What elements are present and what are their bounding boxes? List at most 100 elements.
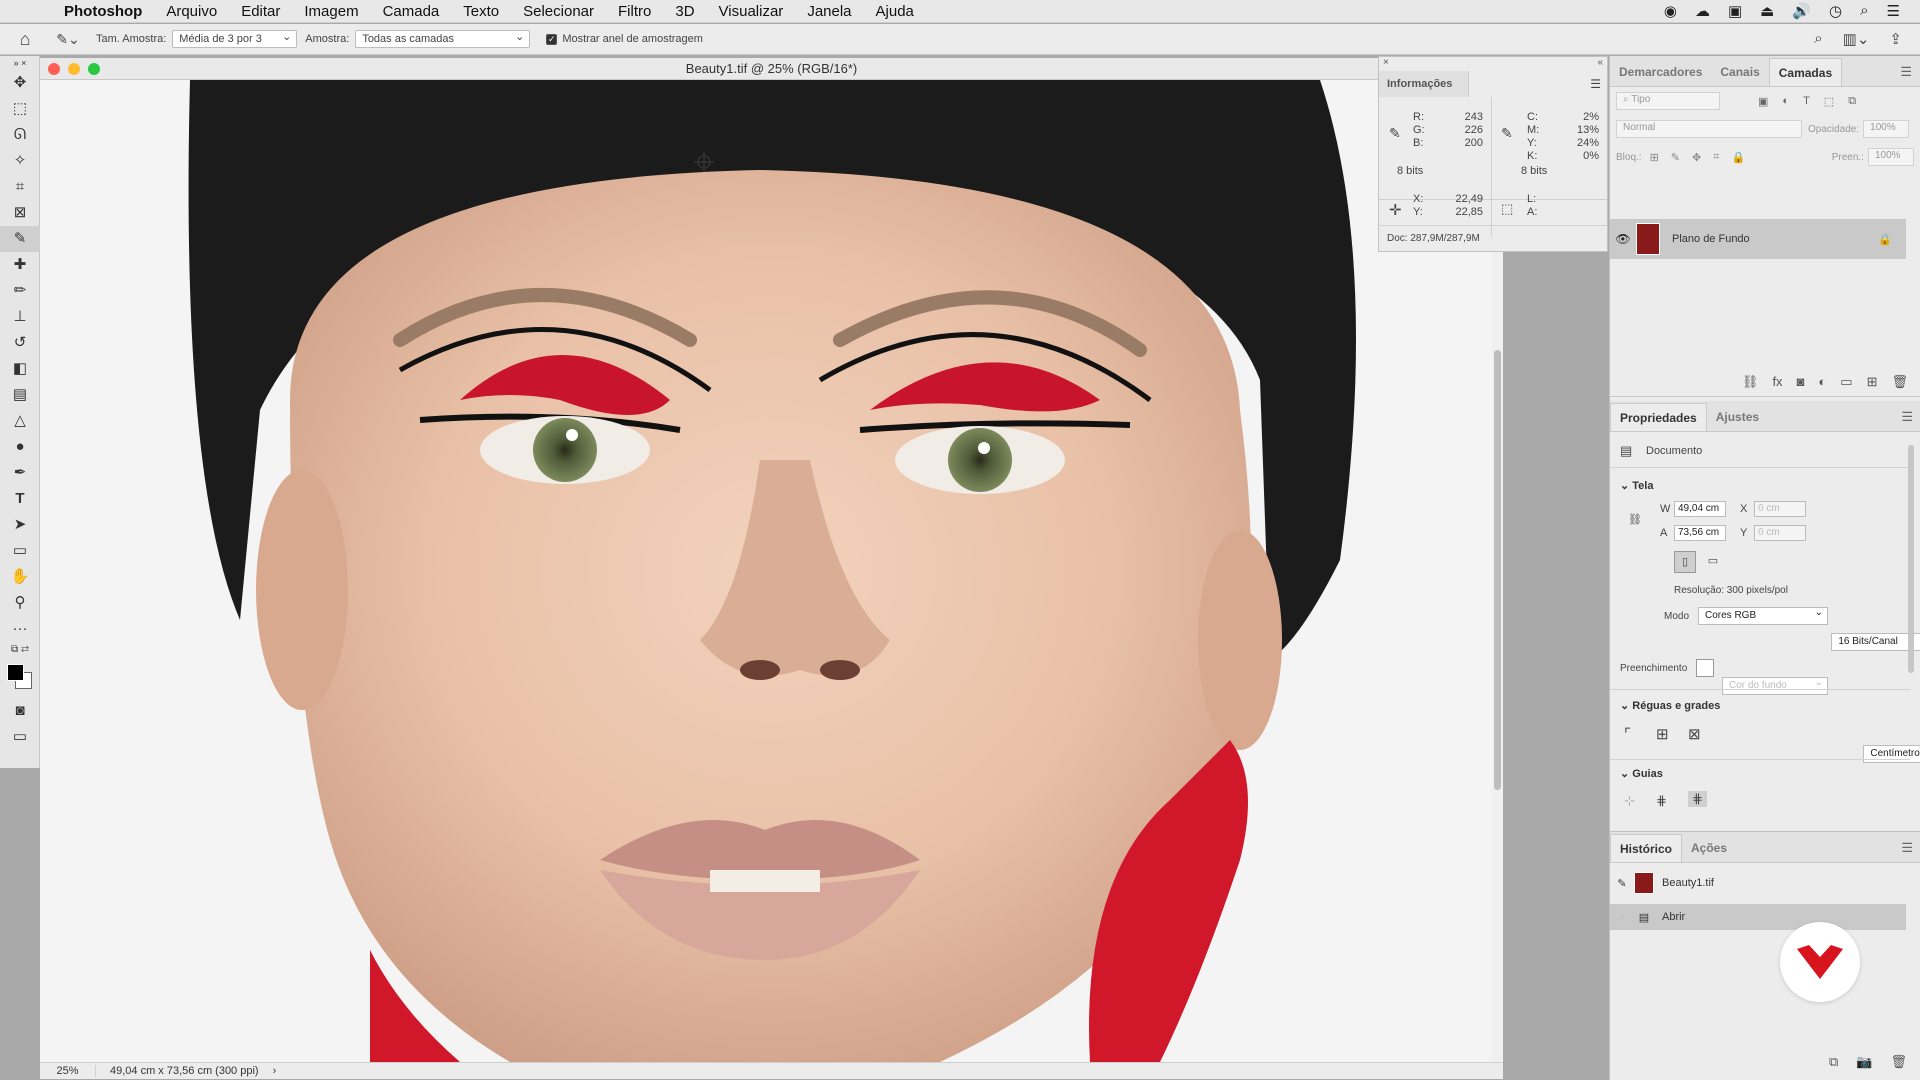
eyedropper-tool-icon[interactable]: ✎	[0, 226, 40, 252]
menu-texto[interactable]: Texto	[451, 3, 511, 20]
new-group-icon[interactable]: ▭	[1840, 374, 1852, 390]
eject-icon[interactable]: ⏏	[1760, 2, 1774, 20]
landscape-orientation-icon[interactable]: ▭	[1702, 551, 1724, 573]
tab-demarcadores[interactable]: Demarcadores	[1610, 58, 1711, 86]
guides-section[interactable]: ⌄ Guias	[1620, 767, 1663, 780]
lock-position-icon[interactable]: ✥	[1692, 151, 1701, 164]
image-canvas[interactable]	[40, 80, 1492, 1062]
frame-tool-icon[interactable]: ⊠	[0, 200, 40, 226]
healing-tool-icon[interactable]: ✚	[0, 252, 40, 278]
collapse-panel-icon[interactable]: «	[1597, 57, 1603, 71]
panel-menu-icon[interactable]: ☰	[1590, 77, 1601, 91]
more-tools-icon[interactable]: ···	[0, 616, 40, 642]
layer-row[interactable]: 👁 Plano de Fundo 🔒	[1610, 219, 1906, 259]
snapshot-camera-icon[interactable]: 📷	[1856, 1054, 1872, 1070]
type-filter-icon[interactable]: T	[1803, 95, 1810, 108]
adjustment-filter-icon[interactable]: ◐	[1782, 95, 1789, 108]
menu-ajuda[interactable]: Ajuda	[864, 3, 926, 20]
gradient-tool-icon[interactable]: ▤	[0, 382, 40, 408]
bits-select[interactable]: 16 Bits/Canal	[1831, 633, 1920, 651]
crop-tool-icon[interactable]: ⌗	[0, 174, 40, 200]
delete-layer-icon[interactable]: 🗑	[1891, 374, 1908, 390]
sample-size-select[interactable]: Média de 3 por 3	[172, 30, 298, 48]
rulers-icon[interactable]: ⌜	[1624, 725, 1631, 743]
blend-mode-select[interactable]: Normal	[1616, 120, 1802, 138]
fill-select[interactable]: Cor do fundo	[1722, 677, 1828, 695]
close-panel-icon[interactable]: ×	[1383, 57, 1389, 71]
ring-checkbox[interactable]: ✓	[546, 33, 558, 45]
color-swatches[interactable]	[0, 658, 39, 698]
lasso-tool-icon[interactable]: ᘏ	[0, 122, 40, 148]
quick-mask-icon[interactable]: ◙	[0, 698, 40, 724]
magic-wand-tool-icon[interactable]: ✧	[0, 148, 40, 174]
y-field[interactable]: 0 cm	[1754, 525, 1806, 541]
status-arrow[interactable]: ›	[259, 1065, 277, 1077]
menu-janela[interactable]: Janela	[795, 3, 863, 20]
blur-tool-icon[interactable]: △	[0, 408, 40, 434]
rulers-section[interactable]: ⌄ Réguas e grades	[1620, 699, 1720, 712]
menu-3d[interactable]: 3D	[663, 3, 706, 20]
panel-menu-icon[interactable]: ☰	[1901, 840, 1913, 856]
zoom-tool-icon[interactable]: ⚲	[0, 590, 40, 616]
grid-icon[interactable]: ⊞	[1656, 725, 1669, 743]
sample-select[interactable]: Todas as camadas	[355, 30, 531, 48]
new-document-from-state-icon[interactable]: ⧉	[1829, 1054, 1838, 1070]
pixel-grid-icon[interactable]: ⊠	[1688, 725, 1701, 743]
tab-camadas[interactable]: Camadas	[1768, 58, 1843, 86]
tab-historico[interactable]: Histórico	[1610, 834, 1683, 862]
lock-pixels-icon[interactable]: ✎	[1671, 151, 1680, 164]
fill-field[interactable]: 100%	[1868, 148, 1914, 166]
panel-menu-icon[interactable]: ☰	[1900, 64, 1912, 80]
width-field[interactable]: 49,04 cm	[1674, 501, 1726, 517]
guides-icon[interactable]: ⊹	[1624, 793, 1635, 809]
menu-selecionar[interactable]: Selecionar	[511, 3, 606, 20]
workspace-icon[interactable]: ▥⌄	[1843, 30, 1870, 48]
lock-artboard-icon[interactable]: ⌗	[1713, 151, 1719, 164]
pixel-filter-icon[interactable]: ▣	[1758, 95, 1768, 108]
tab-informacoes[interactable]: Informações	[1379, 71, 1469, 97]
type-tool-icon[interactable]: T	[0, 486, 40, 512]
brush-tool-icon[interactable]: ✏	[0, 278, 40, 304]
screen-mode-icon[interactable]: ▭	[0, 724, 40, 750]
shape-filter-icon[interactable]: ⬚	[1824, 95, 1834, 108]
hand-tool-icon[interactable]: ✋	[0, 564, 40, 590]
history-snapshot[interactable]: ✎ Beauty1.tif	[1610, 870, 1906, 896]
menu-visualizar[interactable]: Visualizar	[707, 3, 796, 20]
add-mask-icon[interactable]: ◙	[1797, 374, 1805, 390]
volume-icon[interactable]: 🔊	[1792, 2, 1811, 20]
visibility-eye-icon[interactable]: 👁	[1610, 232, 1636, 246]
eraser-tool-icon[interactable]: ◧	[0, 356, 40, 382]
lock-transparency-icon[interactable]: ⊞	[1650, 151, 1659, 164]
collapse-icon[interactable]: » ×	[0, 56, 40, 70]
record-icon[interactable]: ◉	[1664, 2, 1677, 20]
height-field[interactable]: 73,56 cm	[1674, 525, 1726, 541]
fx-icon[interactable]: fx	[1772, 374, 1782, 390]
mode-select[interactable]: Cores RGB	[1698, 607, 1828, 625]
menu-editar[interactable]: Editar	[229, 3, 292, 20]
link-layers-icon[interactable]: ⛓	[1742, 374, 1759, 390]
menu-app[interactable]: Photoshop	[52, 3, 154, 20]
portrait-orientation-icon[interactable]: ▯	[1674, 551, 1696, 573]
swap-colors-icon[interactable]: ⧉ ⇄	[0, 642, 40, 658]
share-icon[interactable]: ⇪	[1889, 30, 1902, 48]
lock-all-icon[interactable]: 🔒	[1731, 151, 1745, 164]
tab-canais[interactable]: Canais	[1711, 58, 1768, 86]
smart-filter-icon[interactable]: ⧉	[1848, 95, 1856, 108]
units-select[interactable]: Centímetros	[1863, 745, 1920, 763]
marquee-tool-icon[interactable]: ⬚	[0, 96, 40, 122]
x-field[interactable]: 0 cm	[1754, 501, 1806, 517]
stamp-tool-icon[interactable]: ⊥	[0, 304, 40, 330]
dodge-tool-icon[interactable]: ●	[0, 434, 40, 460]
foreground-color-swatch[interactable]	[7, 664, 24, 681]
fill-color-swatch[interactable]	[1696, 659, 1714, 677]
home-icon[interactable]: ⌂	[0, 29, 50, 50]
history-brush-tool-icon[interactable]: ↺	[0, 330, 40, 356]
path-selection-tool-icon[interactable]: ➤	[0, 512, 40, 538]
cloud-icon[interactable]: ☁	[1695, 2, 1710, 20]
tab-acoes[interactable]: Ações	[1682, 834, 1736, 862]
adjustment-layer-icon[interactable]: ◐	[1818, 374, 1826, 390]
move-tool-icon[interactable]: ✥	[0, 70, 40, 96]
menu-filtro[interactable]: Filtro	[606, 3, 663, 20]
opacity-field[interactable]: 100%	[1863, 120, 1910, 138]
zoom-level[interactable]: 25%	[40, 1065, 96, 1077]
